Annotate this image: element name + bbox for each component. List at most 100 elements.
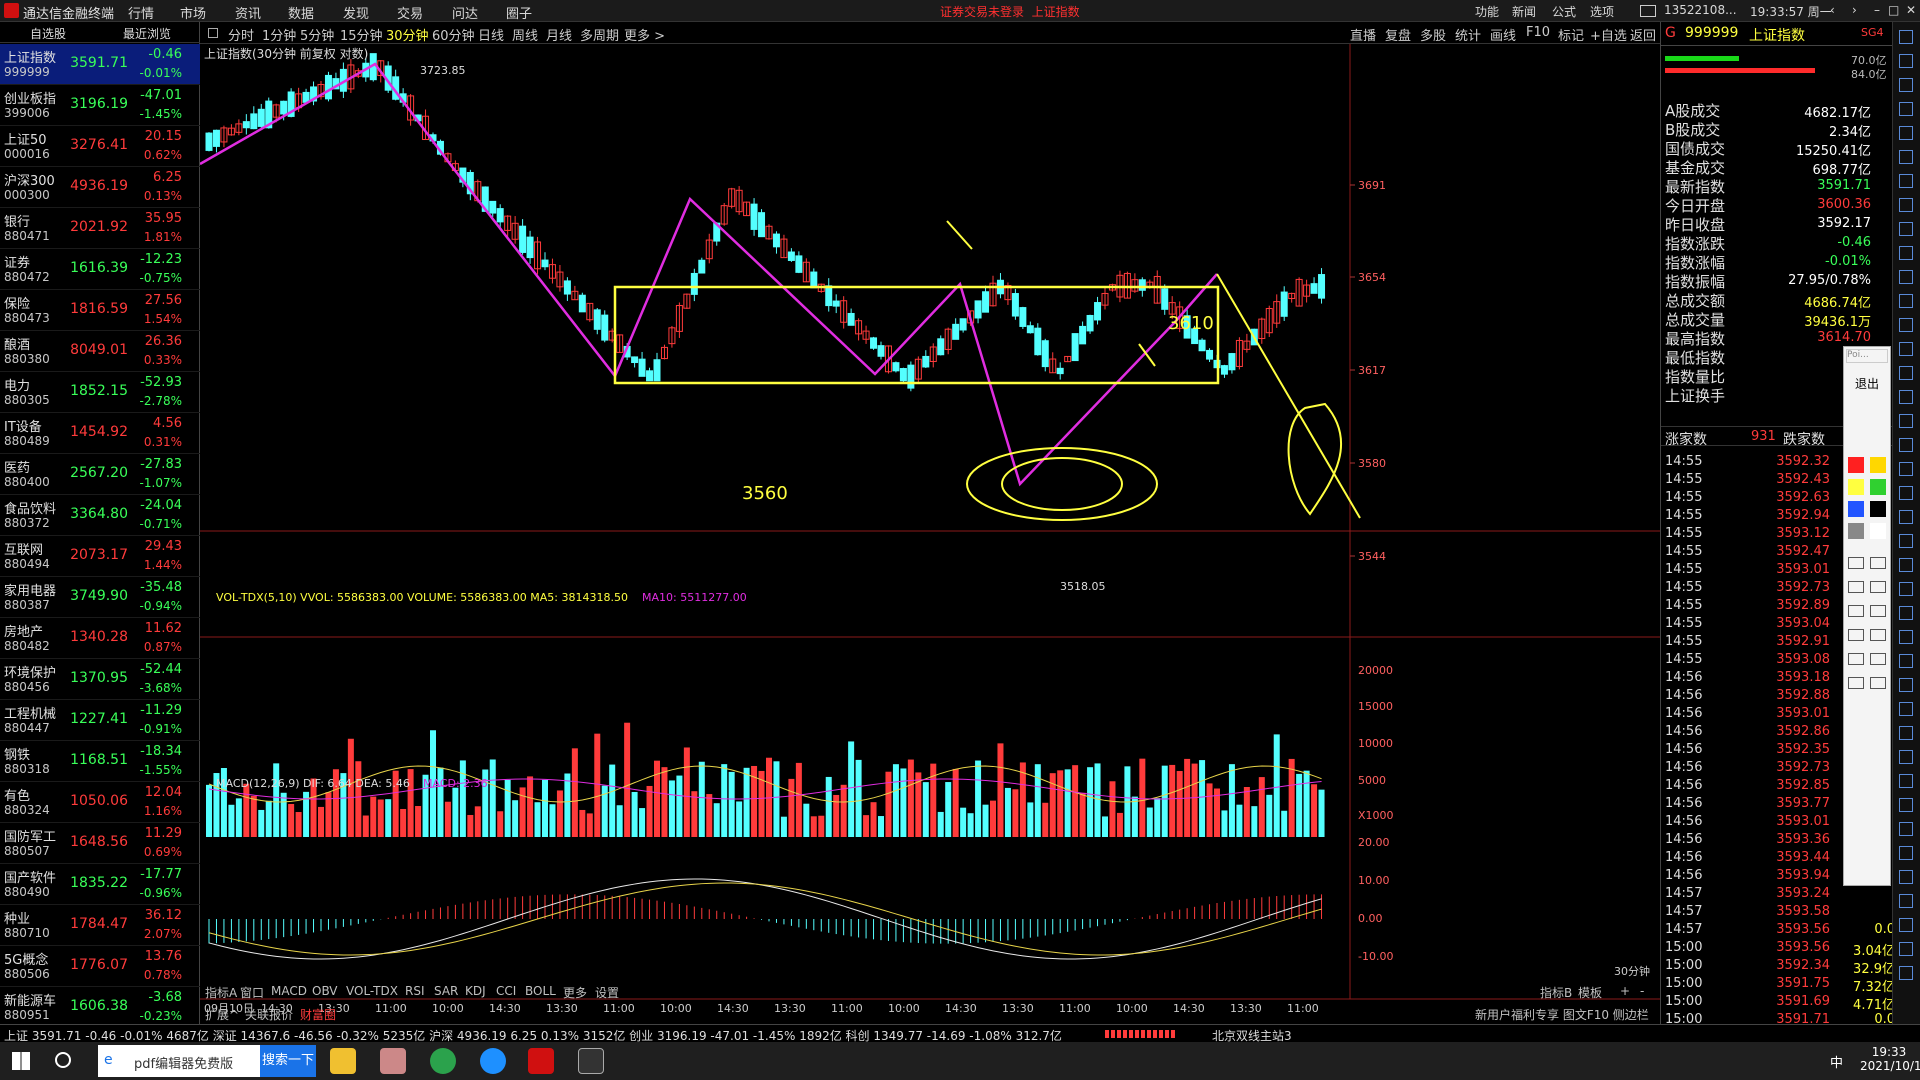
side-tool-icon[interactable]	[1899, 558, 1913, 572]
side-tool-icon[interactable]	[1899, 918, 1913, 932]
side-tool-icon[interactable]	[1899, 606, 1913, 620]
close-icon[interactable]: ✕	[1906, 3, 1916, 17]
watchlist-row[interactable]: 上证指数 999999 3591.71 -0.46 -0.01%	[0, 44, 200, 85]
side-tool-icon[interactable]	[1899, 510, 1913, 524]
browser-icon[interactable]	[480, 1048, 506, 1074]
kline-chart[interactable]: 3691 3654 3617 3580 3544 20000 15000 10000 5000 X…	[200, 44, 1660, 1029]
side-tool-icon[interactable]	[1899, 246, 1913, 260]
side-tool-icon[interactable]	[1899, 270, 1913, 284]
period-month[interactable]: 月线	[546, 25, 572, 44]
period-day[interactable]: 日线	[478, 25, 504, 44]
side-tool-icon[interactable]	[1899, 30, 1913, 44]
menu-options[interactable]: 选项	[1590, 3, 1614, 20]
color-swatch[interactable]	[1848, 523, 1864, 539]
side-tool-icon[interactable]	[1899, 390, 1913, 404]
period-fenshi[interactable]: 分时	[228, 25, 254, 44]
period-week[interactable]: 周线	[512, 25, 538, 44]
side-tool-icon[interactable]	[1899, 774, 1913, 788]
menu-circle[interactable]: 圈子	[506, 3, 532, 22]
search-icon[interactable]	[55, 1052, 71, 1068]
watchlist-row[interactable]: 保险 880473 1816.59 27.56 1.54%	[0, 290, 200, 331]
draw-tool-button[interactable]	[1848, 581, 1864, 593]
draw-tool-button[interactable]	[1870, 581, 1886, 593]
btn-multistock[interactable]: 多股	[1420, 25, 1446, 44]
menu-function[interactable]: 功能	[1475, 3, 1499, 20]
tab-fortune-circle[interactable]: 财富圈	[300, 1006, 336, 1023]
side-tool-icon[interactable]	[1899, 294, 1913, 308]
side-tool-icon[interactable]	[1899, 102, 1913, 116]
minimize-icon[interactable]: –	[1874, 3, 1880, 17]
side-tool-icon[interactable]	[1899, 462, 1913, 476]
draw-tool-button[interactable]	[1870, 557, 1886, 569]
side-tool-icon[interactable]	[1899, 342, 1913, 356]
side-tool-icon[interactable]	[1899, 582, 1913, 596]
video-icon[interactable]	[578, 1048, 604, 1074]
color-swatch[interactable]	[1870, 479, 1886, 495]
tab-macd[interactable]: MACD	[271, 984, 307, 998]
side-tool-icon[interactable]	[1899, 150, 1913, 164]
side-tool-icon[interactable]	[1899, 942, 1913, 956]
ime-indicator[interactable]: 中	[1830, 1052, 1843, 1071]
forward-icon[interactable]: ›	[1852, 3, 1857, 17]
menu-trade[interactable]: 交易	[397, 3, 423, 22]
watchlist-row[interactable]: 电力 880305 1852.15 -52.93 -2.78%	[0, 372, 200, 413]
period-5min[interactable]: 5分钟	[300, 25, 334, 44]
side-tool-icon[interactable]	[1899, 318, 1913, 332]
tab-boll[interactable]: BOLL	[525, 984, 556, 998]
side-tool-icon[interactable]	[1899, 78, 1913, 92]
watchlist-row[interactable]: 国产软件 880490 1835.22 -17.77 -0.96%	[0, 864, 200, 905]
side-tool-icon[interactable]	[1899, 798, 1913, 812]
watchlist-row[interactable]: 沪深300 000300 4936.19 6.25 0.13%	[0, 167, 200, 208]
watchlist-row[interactable]: 新能源车 880951 1606.38 -3.68 -0.23%	[0, 987, 200, 1028]
account-id[interactable]: 13522108...	[1664, 3, 1737, 17]
watchlist-row[interactable]: 钢铁 880318 1168.51 -18.34 -1.55%	[0, 741, 200, 782]
btn-return[interactable]: 返回	[1630, 25, 1656, 44]
tab-template[interactable]: 模板	[1578, 984, 1602, 1001]
mail-icon[interactable]	[1640, 5, 1656, 17]
tab-rsi[interactable]: RSI	[405, 984, 425, 998]
menu-discover[interactable]: 发现	[343, 3, 369, 22]
tab-obv[interactable]: OBV	[312, 984, 338, 998]
tab-sar[interactable]: SAR	[434, 984, 458, 998]
back-icon[interactable]: ‹	[1830, 3, 1835, 17]
watchlist-row[interactable]: 证券 880472 1616.39 -12.23 -0.75%	[0, 249, 200, 290]
watchlist-row[interactable]: 种业 880710 1784.47 36.12 2.07%	[0, 905, 200, 946]
btn-live[interactable]: 直播	[1350, 25, 1376, 44]
side-tool-icon[interactable]	[1899, 726, 1913, 740]
color-swatch[interactable]	[1848, 479, 1864, 495]
color-swatch[interactable]	[1870, 523, 1886, 539]
draw-tool-button[interactable]	[1870, 677, 1886, 689]
side-tool-icon[interactable]	[1899, 702, 1913, 716]
watchlist-row[interactable]: 酿酒 880380 8049.01 26.36 0.33%	[0, 331, 200, 372]
side-tool-icon[interactable]	[1899, 654, 1913, 668]
chrome-icon[interactable]	[430, 1048, 456, 1074]
side-tool-icon[interactable]	[1899, 438, 1913, 452]
tab-watchlist[interactable]: 自选股	[30, 25, 66, 42]
side-tool-icon[interactable]	[1899, 678, 1913, 692]
draw-tool-button[interactable]	[1848, 677, 1864, 689]
watchlist-row[interactable]: 环境保护 880456 1370.95 -52.44 -3.68%	[0, 659, 200, 700]
draw-tool-button[interactable]	[1870, 629, 1886, 641]
period-60min[interactable]: 60分钟	[432, 25, 475, 44]
period-more[interactable]: 更多 >	[624, 25, 665, 44]
tab-ind-b[interactable]: 指标B	[1540, 984, 1572, 1001]
btn-replay[interactable]: 复盘	[1385, 25, 1411, 44]
side-tool-icon[interactable]	[1899, 822, 1913, 836]
zoom-in-button[interactable]: +	[1620, 984, 1630, 998]
tab-cci[interactable]: CCI	[496, 984, 516, 998]
watchlist-row[interactable]: 医药 880400 2567.20 -27.83 -1.07%	[0, 454, 200, 495]
side-tool-icon[interactable]	[1899, 222, 1913, 236]
side-tool-icon[interactable]	[1899, 750, 1913, 764]
period-multi[interactable]: 多周期	[580, 25, 619, 44]
btn-mark[interactable]: 标记	[1558, 25, 1584, 44]
app-icon[interactable]	[380, 1048, 406, 1074]
tab-more[interactable]: 更多	[563, 984, 587, 1001]
btn-f10[interactable]: F10	[1526, 25, 1550, 40]
tab-window[interactable]: 窗口	[240, 984, 264, 1001]
watchlist-row[interactable]: 创业板指 399006 3196.19 -47.01 -1.45%	[0, 85, 200, 126]
watchlist-row[interactable]: 国防军工 880507 1648.56 11.29 0.69%	[0, 823, 200, 864]
watchlist-row[interactable]: 家用电器 880387 3749.90 -35.48 -0.94%	[0, 577, 200, 618]
watchlist-row[interactable]: 银行 880471 2021.92 35.95 1.81%	[0, 208, 200, 249]
menu-formula[interactable]: 公式	[1552, 3, 1576, 20]
watchlist-row[interactable]: 工程机械 880447 1227.41 -11.29 -0.91%	[0, 700, 200, 741]
